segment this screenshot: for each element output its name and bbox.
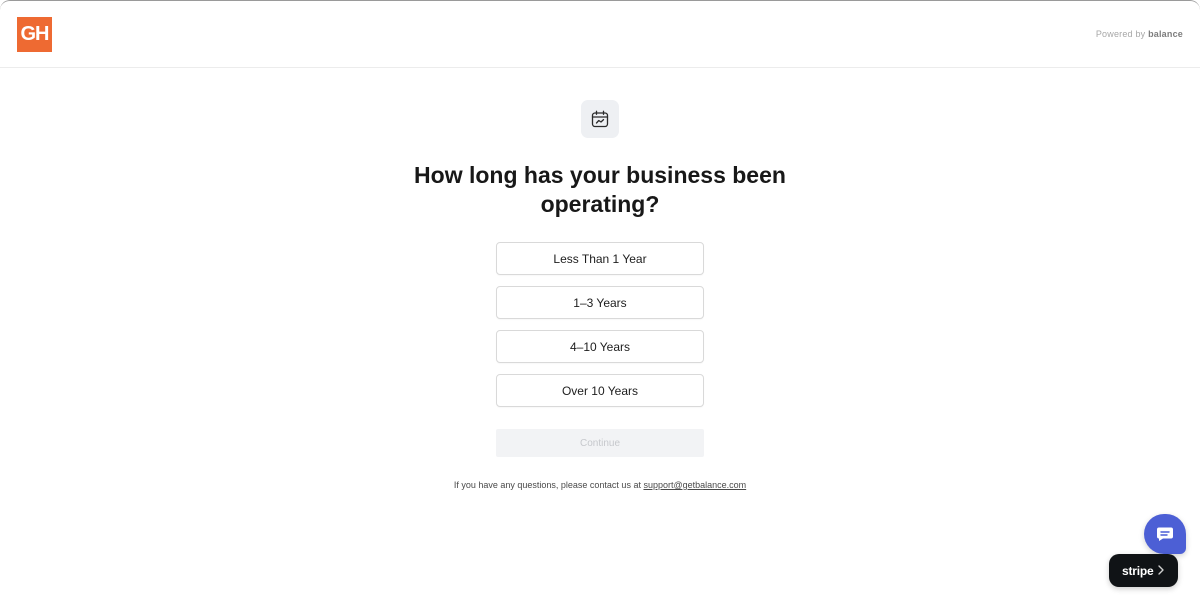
balance-brand: balance [1148,29,1183,39]
option-label: 4–10 Years [569,339,631,354]
option-less-than-1-year[interactable]: Less Than 1 Year [496,242,704,275]
calendar-chart-icon [581,100,619,138]
stripe-badge-button[interactable]: stripe [1109,554,1178,587]
chevron-right-icon [1158,565,1164,575]
option-over-10-years[interactable]: Over 10 Years [496,374,704,407]
chat-bubble-icon [1157,527,1173,541]
top-header: GH Powered by balance [0,1,1200,68]
continue-button[interactable]: Continue [496,429,704,457]
question-heading: How long has your business been operatin… [414,162,786,217]
company-logo[interactable]: GH [17,17,52,52]
option-label: Over 10 Years [561,383,639,398]
app-window: GH Powered by balance How long has your … [0,0,1200,607]
powered-by-label: Powered by balance [1096,29,1183,39]
support-email-link[interactable]: support@getbalance.com [643,480,746,490]
chat-launcher-button[interactable] [1144,514,1186,554]
contact-text: If you have any questions, please contac… [300,480,900,490]
option-4-10-years[interactable]: 4–10 Years [496,330,704,363]
option-1-3-years[interactable]: 1–3 Years [496,286,704,319]
powered-by-prefix: Powered by [1095,29,1146,39]
options-list: Less Than 1 Year 1–3 Years 4–10 Years Ov… [496,242,704,418]
option-label: Less Than 1 Year [553,251,647,266]
contact-prefix: If you have any questions, please contac… [453,480,641,490]
stripe-label: stripe [1122,563,1154,578]
option-label: 1–3 Years [573,295,627,310]
logo-text: GH [20,23,50,45]
